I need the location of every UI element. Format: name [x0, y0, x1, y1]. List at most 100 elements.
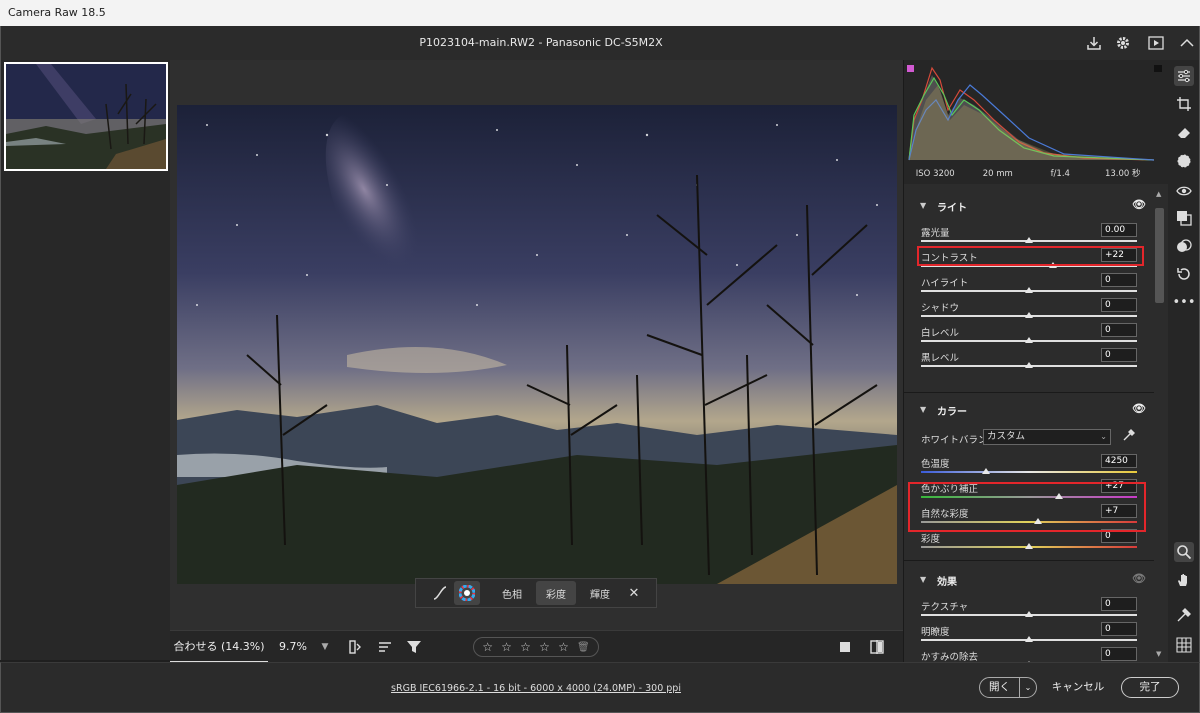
chevron-down-icon[interactable]: ▼	[920, 405, 926, 414]
sort-icon[interactable]	[375, 637, 395, 657]
slider-label: ハイライト	[921, 278, 969, 289]
slider-label: 彩度	[921, 534, 941, 545]
white-balance-row: ホワイトバランス カスタム ⌄	[904, 427, 1154, 449]
curve-icon[interactable]	[426, 581, 454, 605]
star-icon[interactable]: ☆	[520, 640, 531, 654]
slider-label: 色温度	[921, 459, 950, 470]
white-balance-select[interactable]: カスタム ⌄	[983, 429, 1111, 445]
compare-icon[interactable]	[867, 637, 887, 657]
slider-row: 色温度 4250	[904, 453, 1154, 478]
redeye-icon[interactable]	[1174, 181, 1194, 201]
slider-knob[interactable]	[1025, 237, 1033, 243]
fullscreen-icon[interactable]	[1146, 33, 1166, 53]
mask-icon[interactable]	[1174, 151, 1194, 171]
color-wheel-icon[interactable]	[454, 581, 480, 605]
slider-value-input[interactable]: 0.00	[1101, 223, 1137, 237]
edit-sliders-icon[interactable]	[1174, 66, 1194, 86]
header-bar: P1023104-main.RW2 - Panasonic DC-S5M2X	[0, 26, 1200, 60]
sampler-icon[interactable]	[1174, 605, 1194, 625]
slider-row: 明瞭度 0	[904, 621, 1154, 646]
slider-label: かすみの除去	[921, 652, 979, 663]
fit-zoom-button[interactable]: 合わせる (14.3%)	[170, 631, 268, 663]
eye-icon[interactable]: 👁	[1132, 402, 1146, 415]
slider-knob[interactable]	[1025, 312, 1033, 318]
focal-length: 20 mm	[982, 169, 1013, 179]
panel-scrollbar[interactable]: ▲ ▼	[1154, 188, 1165, 662]
scroll-up-icon[interactable]: ▲	[1156, 190, 1161, 198]
workflow-options-link[interactable]: sRGB IEC61966-2.1 - 16 bit - 6000 x 4000…	[1, 683, 1071, 694]
light-section-header[interactable]: ▼ ライト 👁	[904, 194, 1154, 218]
edit-panel: ISO 3200 20 mm f/1.4 13.00 秒 ▲ ▼ ▼ ライト 👁…	[903, 60, 1169, 667]
crop-icon[interactable]	[1174, 94, 1194, 114]
slider-knob[interactable]	[1025, 362, 1033, 368]
eye-icon[interactable]: 👁	[1132, 572, 1146, 585]
scrollbar-thumb[interactable]	[1155, 208, 1164, 303]
filmstrip-toggle-icon[interactable]	[346, 637, 366, 657]
slider-knob[interactable]	[981, 468, 990, 474]
before-after-icon[interactable]	[835, 637, 855, 657]
slider-label: 明瞭度	[921, 627, 950, 638]
chevron-down-icon[interactable]: ⌄	[1020, 678, 1036, 697]
trash-icon[interactable]: 🗑	[577, 642, 590, 653]
star-icon[interactable]: ☆	[482, 640, 493, 654]
star-rating[interactable]: ☆ ☆ ☆ ☆ ☆ 🗑	[473, 637, 599, 657]
slider-value-input[interactable]: 0	[1101, 323, 1137, 337]
scroll-down-icon[interactable]: ▼	[1156, 650, 1161, 658]
grid-icon[interactable]	[1174, 635, 1194, 655]
star-icon[interactable]: ☆	[501, 640, 512, 654]
image-viewer[interactable]	[170, 60, 903, 630]
eye-icon[interactable]: 👁	[1132, 198, 1146, 211]
iso-value: ISO 3200	[915, 169, 955, 179]
collapse-icon[interactable]	[1177, 33, 1197, 53]
slider-value-input[interactable]: 4250	[1101, 454, 1137, 468]
slider-value-input[interactable]: 0	[1101, 273, 1137, 287]
cancel-button[interactable]: キャンセル	[1051, 677, 1105, 698]
close-icon[interactable]: ✕	[624, 581, 644, 605]
save-icon[interactable]	[1084, 33, 1104, 53]
star-icon[interactable]: ☆	[558, 640, 569, 654]
tab-luminance[interactable]: 輝度	[576, 581, 624, 605]
chevron-down-icon[interactable]: ▼	[920, 575, 926, 584]
bottom-toolbar: 合わせる (14.3%) 9.7% ▼ ☆ ☆ ☆ ☆ ☆ 🗑	[170, 630, 903, 663]
eraser-icon[interactable]	[1174, 122, 1194, 142]
tab-hue[interactable]: 色相	[488, 581, 536, 605]
window-title: Camera Raw 18.5	[8, 6, 106, 19]
white-balance-value: カスタム	[987, 431, 1026, 442]
slider-knob[interactable]	[1025, 636, 1033, 642]
slider-knob[interactable]	[1025, 611, 1033, 617]
eyedropper-icon[interactable]	[1122, 428, 1136, 445]
chevron-down-icon[interactable]: ▼	[316, 631, 334, 663]
snapshot-icon[interactable]	[1174, 208, 1194, 228]
zoom-level[interactable]: 9.7%	[270, 631, 316, 663]
slider-knob[interactable]	[1025, 543, 1033, 549]
open-button[interactable]: 開く ⌄	[979, 677, 1037, 698]
gear-icon[interactable]	[1113, 33, 1133, 53]
slider-value-input[interactable]: 0	[1101, 647, 1137, 661]
slider-knob[interactable]	[1025, 337, 1033, 343]
slider-label: 黒レベル	[921, 353, 960, 364]
color-mixer-bar: 色相 彩度 輝度 ✕	[415, 578, 657, 608]
presets-icon[interactable]	[1174, 236, 1194, 256]
done-button[interactable]: 完了	[1121, 677, 1179, 698]
filter-icon[interactable]	[404, 637, 424, 657]
slider-value-input[interactable]: 0	[1101, 298, 1137, 312]
thumbnail[interactable]	[4, 62, 168, 171]
slider-track[interactable]	[921, 471, 1137, 473]
tool-strip: •••	[1168, 60, 1200, 662]
chevron-down-icon[interactable]: ▼	[920, 201, 926, 210]
history-icon[interactable]	[1174, 264, 1194, 284]
zoom-icon[interactable]	[1174, 542, 1194, 562]
main-photo[interactable]	[177, 105, 897, 584]
color-section-header[interactable]: ▼ カラー 👁	[904, 398, 1154, 422]
slider-value-input[interactable]: 0	[1101, 348, 1137, 362]
more-icon[interactable]: •••	[1173, 292, 1196, 312]
slider-value-input[interactable]: 0	[1101, 597, 1137, 611]
effects-section-header[interactable]: ▼ 効果 👁	[904, 568, 1154, 592]
slider-value-input[interactable]: 0	[1101, 622, 1137, 636]
aperture: f/1.4	[1050, 169, 1070, 179]
star-icon[interactable]: ☆	[539, 640, 550, 654]
slider-knob[interactable]	[1025, 287, 1033, 293]
open-button-label[interactable]: 開く	[980, 678, 1020, 697]
tab-saturation[interactable]: 彩度	[536, 581, 576, 605]
hand-icon[interactable]	[1174, 570, 1194, 590]
